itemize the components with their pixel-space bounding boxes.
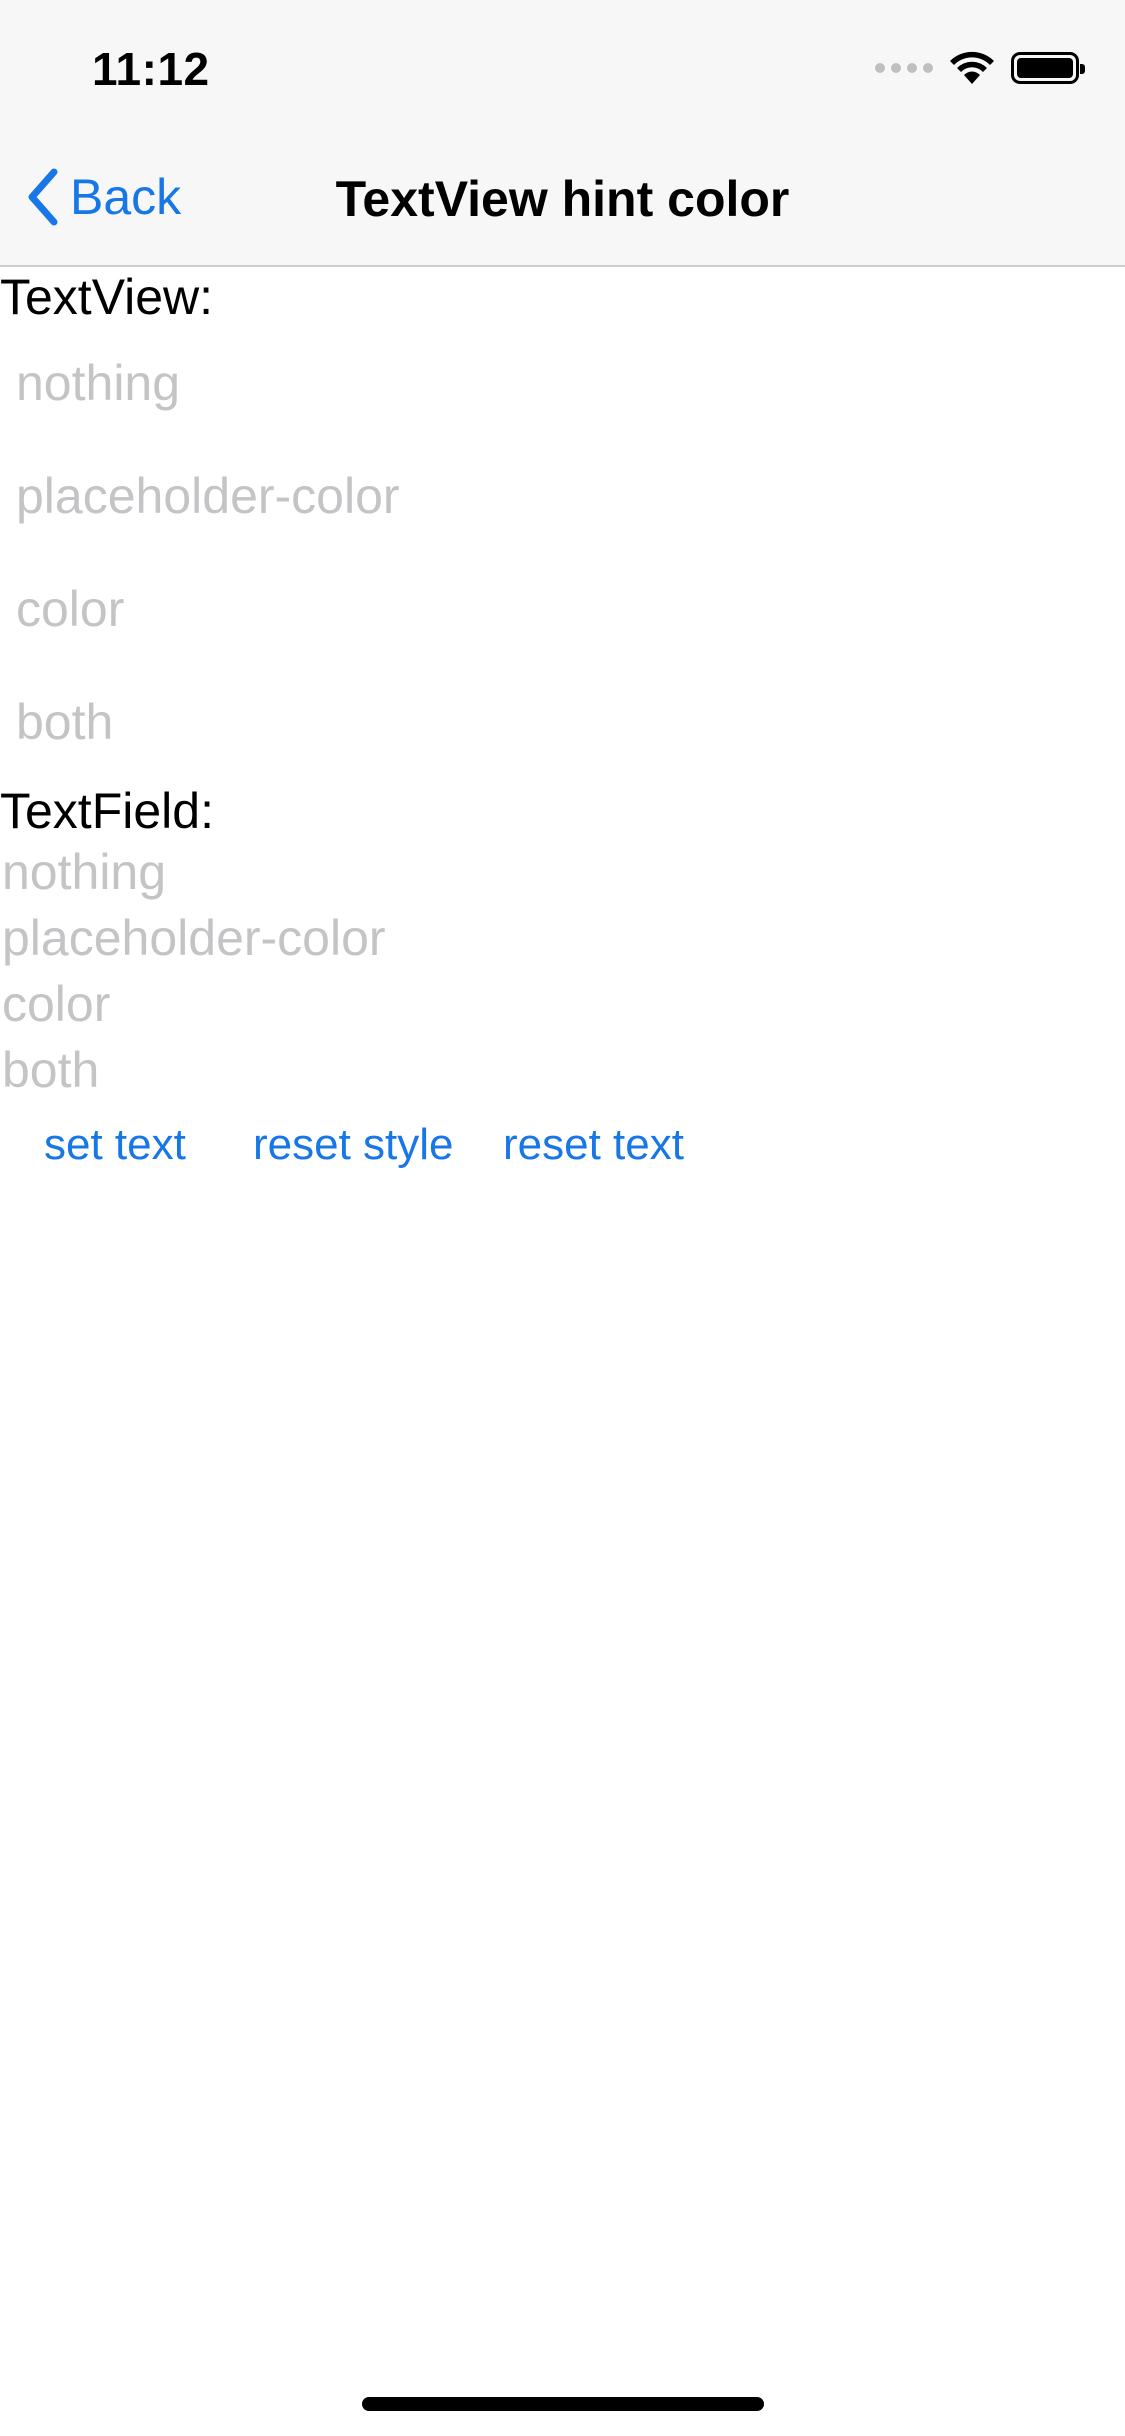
textview-both[interactable]: both: [16, 693, 113, 751]
reset-text-button[interactable]: reset text: [503, 1120, 684, 1170]
navigation-bar: 11:12 Back TextView hint color: [0, 0, 1125, 267]
textfield-color[interactable]: color: [2, 975, 110, 1033]
home-indicator[interactable]: [362, 2397, 764, 2411]
textfield-section-label: TextField:: [0, 783, 214, 839]
textview-color[interactable]: color: [16, 580, 124, 638]
status-time: 11:12: [92, 43, 210, 95]
screen: 11:12 Back TextView hint color TextView:…: [0, 0, 1125, 2436]
set-text-button[interactable]: set text: [44, 1120, 186, 1170]
status-icons: [875, 48, 1085, 88]
battery-icon: [1011, 52, 1085, 84]
textfield-both[interactable]: both: [2, 1041, 99, 1099]
textfield-nothing[interactable]: nothing: [2, 843, 166, 901]
textview-nothing[interactable]: nothing: [16, 354, 180, 412]
reset-style-button[interactable]: reset style: [253, 1120, 454, 1170]
page-title: TextView hint color: [335, 171, 790, 227]
wifi-icon: [950, 51, 994, 84]
textview-section-label: TextView:: [0, 269, 214, 325]
textfield-placeholder-color[interactable]: placeholder-color: [2, 909, 386, 967]
cellular-signal-icon: [875, 63, 933, 73]
textview-placeholder-color[interactable]: placeholder-color: [16, 467, 400, 525]
